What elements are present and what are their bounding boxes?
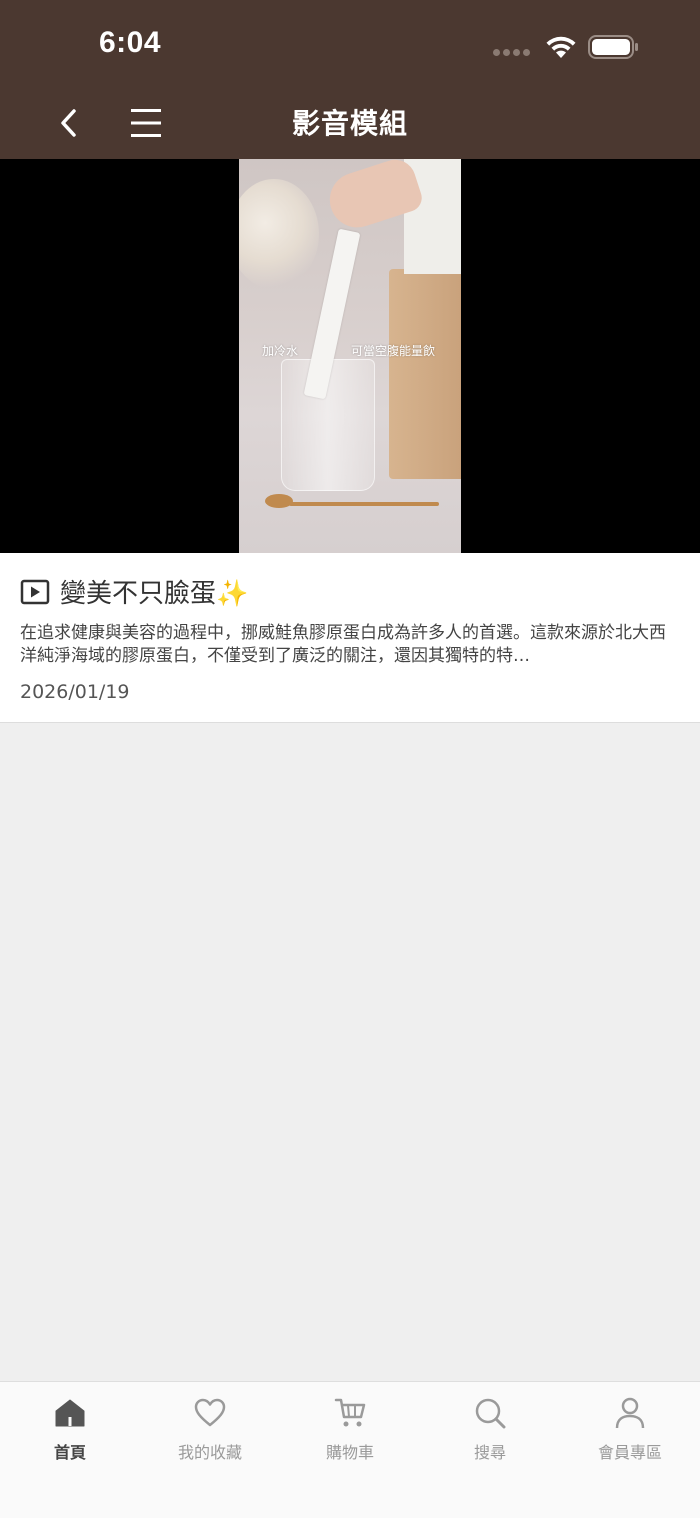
tab-favorites-label: 我的收藏 — [177, 1443, 242, 1462]
spoon-graphic — [265, 494, 293, 508]
card-title-row: 變美不只臉蛋✨ — [20, 573, 248, 610]
video-player[interactable]: 加冷水 可當空腹能量飲 — [0, 159, 700, 553]
tab-cart-label: 購物車 — [325, 1443, 374, 1462]
user-icon — [615, 1397, 645, 1429]
heart-icon — [194, 1398, 226, 1427]
video-play-icon — [20, 579, 50, 604]
tab-favorites[interactable]: 我的收藏 — [140, 1382, 280, 1472]
cart-icon — [334, 1398, 366, 1427]
wood-board-graphic — [389, 269, 461, 479]
search-icon — [475, 1398, 506, 1429]
page-title: 影音模組 — [291, 107, 408, 140]
tab-search-label: 搜尋 — [473, 1443, 506, 1462]
wifi-icon — [546, 36, 576, 58]
tab-search[interactable]: 搜尋 — [420, 1382, 560, 1472]
app-header: 6:04 影音模組 — [0, 0, 700, 159]
card-title: 變美不只臉蛋✨ — [60, 579, 249, 609]
tab-member-label: 會員專區 — [597, 1443, 662, 1462]
video-thumbnail: 加冷水 可當空腹能量飲 — [239, 159, 461, 553]
spoon-handle-graphic — [289, 502, 439, 506]
status-indicators — [493, 32, 640, 62]
tab-home-label: 首頁 — [53, 1443, 86, 1462]
status-time: 6:04 — [99, 26, 162, 59]
video-caption-left: 加冷水 — [262, 344, 299, 358]
card-description: 在追求健康與美容的過程中，挪威鮭魚膠原蛋白成為許多人的首選。這款來源於北大西洋純… — [20, 623, 666, 666]
card-date: 2026/01/19 — [20, 681, 130, 703]
signal-icon — [493, 48, 530, 56]
tab-member[interactable]: 會員專區 — [560, 1382, 700, 1472]
flowers-graphic — [239, 179, 319, 289]
tab-cart[interactable]: 購物車 — [280, 1382, 420, 1472]
video-caption-right: 可當空腹能量飲 — [351, 344, 436, 358]
video-card[interactable]: 變美不只臉蛋✨ 在追求健康與美容的過程中，挪威鮭魚膠原蛋白成為許多人的首選。這款… — [0, 553, 700, 723]
battery-icon — [588, 35, 638, 59]
bottom-tab-bar: 首頁 我的收藏 購物車 搜尋 會員專區 — [0, 1381, 700, 1518]
home-icon — [55, 1399, 85, 1427]
tab-home[interactable]: 首頁 — [0, 1382, 140, 1472]
